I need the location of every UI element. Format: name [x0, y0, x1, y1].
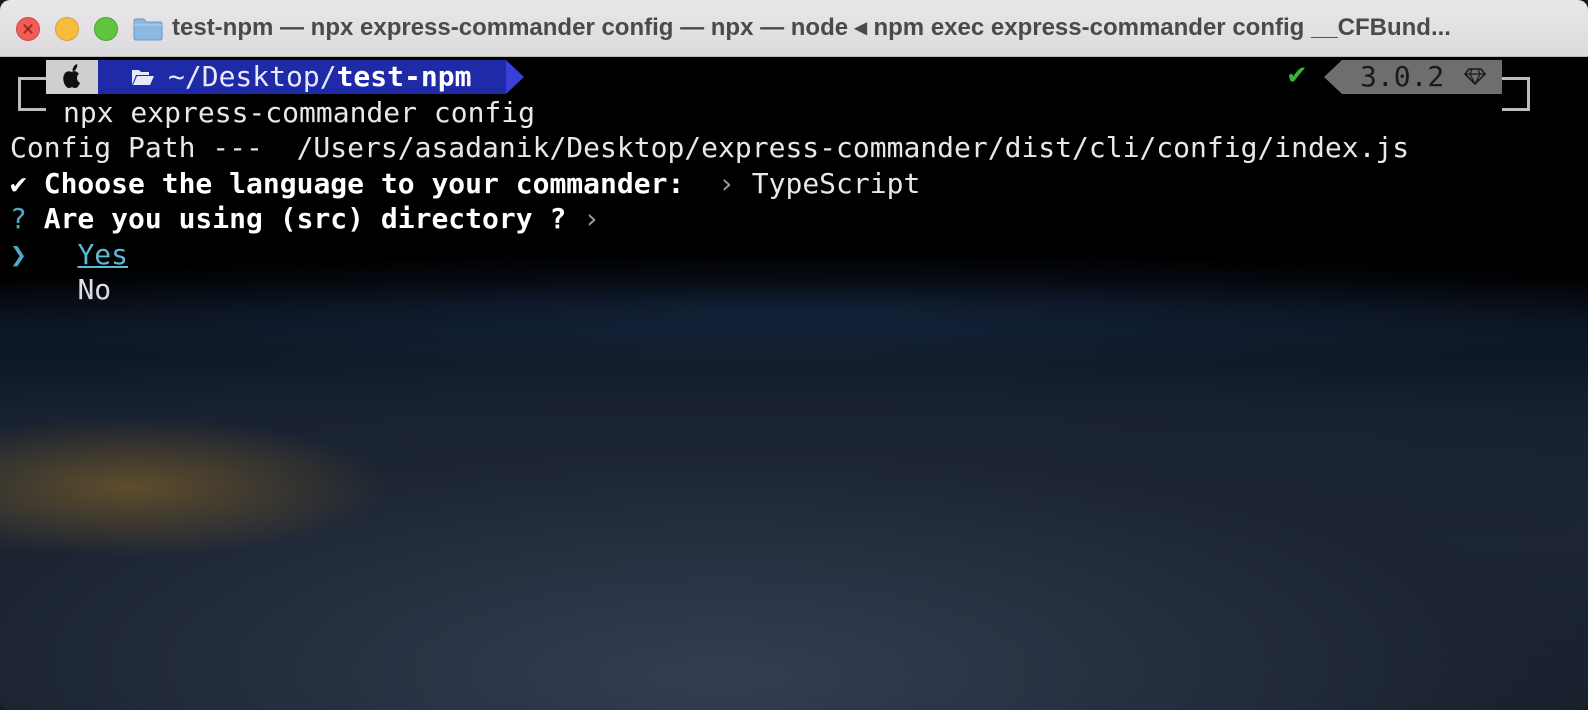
prompt-separator: ›	[583, 202, 601, 235]
answered-check-icon: ✔	[10, 167, 27, 200]
option-no[interactable]: No	[77, 273, 111, 306]
config-path-value: /Users/asadanik/Desktop/express-commande…	[296, 131, 1410, 164]
terminal-window: test-npm — npx express-commander config …	[0, 0, 1588, 710]
gem-icon	[1464, 68, 1486, 85]
pointer-icon: ❯	[10, 238, 27, 271]
terminal-content[interactable]: ~/Desktop/test-npm ✔ 3.0.2 npx express-c…	[0, 57, 1588, 710]
prompt-path: ~/Desktop/test-npm	[130, 59, 471, 94]
prompt-separator-arrow	[1324, 60, 1342, 94]
answer-separator: ›	[718, 167, 735, 200]
src-question: ? Are you using (src) directory ? ›	[10, 201, 600, 236]
option-no-row[interactable]: No	[10, 272, 111, 307]
language-question-text: Choose the language to your commander:	[43, 167, 685, 200]
apple-icon	[63, 64, 80, 88]
folder-icon	[133, 18, 163, 41]
prompt-frame-right	[1502, 77, 1530, 111]
window-title: test-npm — npx express-commander config …	[172, 14, 1451, 41]
path-current-dir: test-npm	[336, 60, 472, 93]
minimize-button[interactable]	[55, 17, 79, 41]
prompt-separator-arrow	[506, 60, 524, 94]
option-yes-row[interactable]: ❯ Yes	[10, 237, 128, 272]
command-line: npx express-commander config	[63, 96, 536, 129]
question-mark-icon: ?	[10, 202, 27, 235]
prompt-os-segment	[46, 60, 98, 94]
src-question-text: Are you using (src) directory ?	[43, 202, 567, 235]
language-answer: TypeScript	[751, 167, 921, 200]
config-path-label: Config Path ---	[10, 131, 297, 164]
language-question: ✔ Choose the language to your commander:…	[10, 166, 920, 201]
maximize-button[interactable]	[94, 17, 118, 41]
prompt-frame-left	[18, 77, 46, 111]
config-path-line: Config Path --- /Users/asadanik/Desktop/…	[10, 130, 1409, 165]
path-prefix: ~/Desktop/	[168, 60, 337, 93]
status-check-icon: ✔	[1286, 61, 1308, 91]
option-yes[interactable]: Yes	[77, 238, 128, 271]
close-button[interactable]	[16, 17, 40, 41]
title-bar[interactable]: test-npm — npx express-commander config …	[0, 0, 1588, 57]
ruby-version: 3.0.2	[1360, 60, 1445, 93]
